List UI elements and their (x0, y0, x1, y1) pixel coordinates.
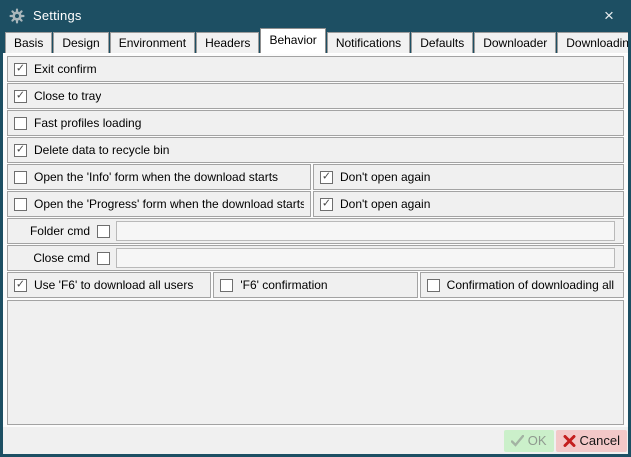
button-bar: OK Cancel (3, 427, 628, 454)
tab-design[interactable]: Design (53, 32, 108, 53)
behavior-tab-page: Exit confirm Close to tray Fast profiles… (3, 53, 628, 427)
delete-recycle-label: Delete data to recycle bin (34, 143, 169, 157)
close-to-tray-checkbox-field[interactable]: Close to tray (14, 89, 101, 103)
close-cmd-label: Close cmd (14, 251, 90, 265)
tab-strip: BasisDesignEnvironmentHeadersBehaviorNot… (3, 28, 628, 53)
info-dont-open-checkbox[interactable] (320, 171, 333, 184)
tab-headers[interactable]: Headers (196, 32, 259, 53)
panel-open-progress: Open the 'Progress' form when the downlo… (7, 191, 311, 217)
panel-confirm-download-all: Confirmation of downloading all (420, 272, 624, 298)
f6-confirmation-checkbox[interactable] (220, 279, 233, 292)
tab-defaults[interactable]: Defaults (411, 32, 473, 53)
tab-environment[interactable]: Environment (110, 32, 195, 53)
close-to-tray-checkbox[interactable] (14, 90, 27, 103)
panel-close-to-tray: Close to tray (7, 83, 624, 109)
panel-info-dont-open: Don't open again (313, 164, 624, 190)
exit-confirm-label: Exit confirm (34, 62, 97, 76)
ok-button[interactable]: OK (504, 430, 554, 452)
row-delete-recycle: Delete data to recycle bin (7, 137, 624, 163)
gear-icon (9, 7, 26, 24)
check-icon (511, 435, 524, 447)
panel-delete-recycle: Delete data to recycle bin (7, 137, 624, 163)
title-bar: Settings × (3, 3, 628, 28)
confirm-download-all-checkbox[interactable] (427, 279, 440, 292)
cancel-button[interactable]: Cancel (556, 430, 627, 452)
panel-exit-confirm: Exit confirm (7, 56, 624, 82)
open-progress-checkbox-field[interactable]: Open the 'Progress' form when the downlo… (14, 197, 304, 211)
panel-folder-cmd: Folder cmd (7, 218, 624, 244)
open-info-label: Open the 'Info' form when the download s… (34, 170, 278, 184)
exit-confirm-checkbox-field[interactable]: Exit confirm (14, 62, 97, 76)
folder-cmd-input[interactable] (116, 221, 615, 241)
cancel-button-label: Cancel (580, 433, 620, 448)
open-info-checkbox-field[interactable]: Open the 'Info' form when the download s… (14, 170, 278, 184)
confirm-download-all-checkbox-field[interactable]: Confirmation of downloading all (427, 278, 614, 292)
exit-confirm-checkbox[interactable] (14, 63, 27, 76)
row-fast-profiles: Fast profiles loading (7, 110, 624, 136)
row-f6-options: Use 'F6' to download all users 'F6' conf… (7, 272, 624, 298)
ok-button-label: OK (528, 433, 547, 448)
delete-recycle-checkbox[interactable] (14, 144, 27, 157)
row-open-info: Open the 'Info' form when the download s… (7, 164, 624, 190)
tab-behavior[interactable]: Behavior (260, 28, 325, 53)
tab-basis[interactable]: Basis (5, 32, 52, 53)
tab-downloader[interactable]: Downloader (474, 32, 556, 53)
f6-confirmation-checkbox-field[interactable]: 'F6' confirmation (220, 278, 327, 292)
progress-dont-open-checkbox-field[interactable]: Don't open again (320, 197, 430, 211)
row-close-cmd: Close cmd (7, 245, 624, 271)
panel-close-cmd: Close cmd (7, 245, 624, 271)
row-close-to-tray: Close to tray (7, 83, 624, 109)
open-info-checkbox[interactable] (14, 171, 27, 184)
open-progress-checkbox[interactable] (14, 198, 27, 211)
use-f6-checkbox[interactable] (14, 279, 27, 292)
panel-open-info: Open the 'Info' form when the download s… (7, 164, 311, 190)
progress-dont-open-label: Don't open again (340, 197, 430, 211)
close-to-tray-label: Close to tray (34, 89, 101, 103)
folder-cmd-checkbox[interactable] (97, 225, 110, 238)
confirm-download-all-label: Confirmation of downloading all (447, 278, 614, 292)
window-title: Settings (33, 8, 82, 23)
info-dont-open-checkbox-field[interactable]: Don't open again (320, 170, 430, 184)
fast-profiles-label: Fast profiles loading (34, 116, 141, 130)
fast-profiles-checkbox[interactable] (14, 117, 27, 130)
empty-panel (7, 300, 624, 425)
f6-confirmation-label: 'F6' confirmation (240, 278, 327, 292)
panel-use-f6: Use 'F6' to download all users (7, 272, 211, 298)
delete-recycle-checkbox-field[interactable]: Delete data to recycle bin (14, 143, 169, 157)
tab-notifications[interactable]: Notifications (327, 32, 410, 53)
panel-f6-confirmation: 'F6' confirmation (213, 272, 417, 298)
info-dont-open-label: Don't open again (340, 170, 430, 184)
settings-window: Settings × BasisDesignEnvironmentHeaders… (0, 0, 631, 457)
panel-progress-dont-open: Don't open again (313, 191, 624, 217)
row-folder-cmd: Folder cmd (7, 218, 624, 244)
use-f6-label: Use 'F6' to download all users (34, 278, 193, 292)
tab-downloading[interactable]: Downloading (557, 32, 631, 53)
progress-dont-open-checkbox[interactable] (320, 198, 333, 211)
row-open-progress: Open the 'Progress' form when the downlo… (7, 191, 624, 217)
row-exit-confirm: Exit confirm (7, 56, 624, 82)
close-cmd-checkbox[interactable] (97, 252, 110, 265)
panel-fast-profiles: Fast profiles loading (7, 110, 624, 136)
open-progress-label: Open the 'Progress' form when the downlo… (34, 197, 304, 211)
folder-cmd-label: Folder cmd (14, 224, 90, 238)
fast-profiles-checkbox-field[interactable]: Fast profiles loading (14, 116, 141, 130)
close-icon[interactable]: × (596, 5, 622, 27)
use-f6-checkbox-field[interactable]: Use 'F6' to download all users (14, 278, 193, 292)
close-cmd-input[interactable] (116, 248, 615, 268)
x-icon (563, 435, 576, 447)
